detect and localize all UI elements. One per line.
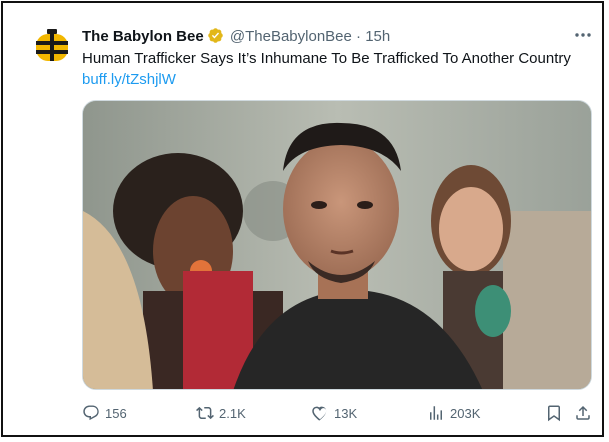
meta-separator: ·	[356, 28, 362, 45]
heart-icon	[312, 406, 327, 421]
verified-badge-icon	[207, 27, 224, 49]
tweet-header: The Babylon Bee @TheBabylonBee · 15h	[82, 27, 390, 49]
views-count: 203K	[450, 405, 481, 421]
repost-count: 2.1K	[219, 405, 246, 421]
views-icon	[430, 406, 442, 420]
babylon-bee-logo-icon	[36, 29, 68, 61]
share-icon	[576, 405, 590, 420]
reply-button[interactable]: 156	[82, 403, 127, 423]
bookmark-button[interactable]	[545, 403, 563, 423]
tweet-time[interactable]: 15h	[365, 28, 390, 45]
tweet-text: Human Trafficker Says It’s Inhumane To B…	[82, 50, 571, 67]
more-options-icon[interactable]	[571, 25, 595, 45]
share-button[interactable]	[574, 403, 592, 423]
tweet-actions: 156 2.1K 13K 203K	[82, 403, 594, 423]
tweet-link[interactable]: buff.ly/tZshjlW	[82, 70, 176, 89]
like-count: 13K	[334, 405, 358, 421]
reply-icon	[83, 405, 99, 421]
views-button[interactable]: 203K	[427, 403, 480, 423]
like-button[interactable]: 13K	[311, 403, 357, 423]
repost-icon	[196, 406, 214, 420]
photo-icon	[83, 101, 591, 389]
bookmark-icon	[548, 405, 560, 422]
reply-count: 156	[105, 405, 127, 421]
author-avatar[interactable]	[33, 27, 71, 65]
tweet-card: The Babylon Bee @TheBabylonBee · 15h Hum…	[1, 1, 604, 437]
repost-button[interactable]: 2.1K	[196, 403, 246, 423]
author-name[interactable]: The Babylon Bee	[82, 28, 204, 45]
tweet-photo[interactable]	[82, 100, 592, 390]
author-handle[interactable]: @TheBabylonBee	[230, 28, 352, 45]
